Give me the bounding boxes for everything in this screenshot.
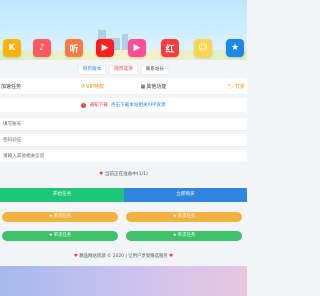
start-button[interactable]: 开始任务 (0, 188, 124, 202)
task-pill[interactable]: ★单次任务 (126, 212, 242, 222)
alert-icon: ! (81, 102, 87, 108)
tab-bar: 加速任务 ⟳VIP特权 ▦其他功能 🏷打折 (0, 78, 247, 95)
cart-icon: ★ (172, 214, 177, 219)
bottom-gradient (0, 266, 247, 296)
tab-tasks[interactable]: 加速任务 (0, 83, 62, 90)
heart-icon: ♥ (99, 172, 104, 177)
tag-icon: 🏷 (227, 83, 234, 90)
tab-vip[interactable]: ⟳VIP特权 (62, 83, 123, 90)
task-pill[interactable]: ★单次任务 (126, 231, 242, 241)
chip-options[interactable]: 网页选项 (109, 65, 138, 75)
grid-icon: ▦ (140, 83, 146, 90)
tab-other[interactable]: ▦其他功能 (123, 83, 184, 90)
extra-field[interactable]: 请输入其他相关信息 (0, 150, 247, 163)
tab-discount[interactable]: 🏷打折 (184, 83, 247, 90)
chip-bar: 网页版本 网页选项 联系站长 (0, 65, 247, 75)
youtube-icon[interactable]: ▶ (96, 39, 114, 57)
task-pill[interactable]: ★单次任务 (2, 231, 118, 241)
quanmin-kge-icon[interactable]: ♪ (33, 39, 51, 57)
notice-bar[interactable]: ! 通知下载 点击下载本站相关APP资源 (0, 98, 247, 112)
account-field[interactable]: 填写账号 (0, 118, 247, 131)
cart-icon: ★ (48, 233, 53, 238)
task-pill[interactable]: ★单次任务 (2, 212, 118, 222)
ting-icon[interactable]: 听 (65, 39, 83, 57)
refresh-icon: ⟳ (80, 83, 86, 90)
cartoon-icon[interactable]: ☺ (194, 39, 212, 57)
chip-contact[interactable]: 联系站长 (140, 65, 170, 75)
app-icon-row: K ♪ 听 ▶ ▶ 红 ☺ ★ (0, 36, 247, 62)
video-play-icon[interactable]: ▶ (128, 39, 146, 57)
notice-label: 通知下载 (89, 103, 108, 108)
kugou-icon[interactable]: K (3, 39, 21, 57)
cart-icon: ★ (48, 214, 53, 219)
cart-icon: ★ (172, 233, 177, 238)
star-icon[interactable]: ★ (226, 39, 244, 57)
footer: ♥ 精品网站资源 © 2020 | 让用户享受精选服务 ♥ (73, 254, 174, 259)
password-field[interactable]: 密码验证 (0, 134, 247, 147)
heart-icon: ♥ (73, 254, 78, 259)
buy-button[interactable]: 立即购买 (124, 188, 247, 202)
red-logo-icon[interactable]: 红 (161, 39, 179, 57)
heart-icon: ♥ (169, 254, 174, 259)
status-line: ♥ 当前正在准备中(1/1) (99, 172, 148, 177)
notice-link[interactable]: 点击下载本站相关APP资源 (111, 102, 166, 108)
chip-web[interactable]: 网页版本 (77, 65, 107, 75)
